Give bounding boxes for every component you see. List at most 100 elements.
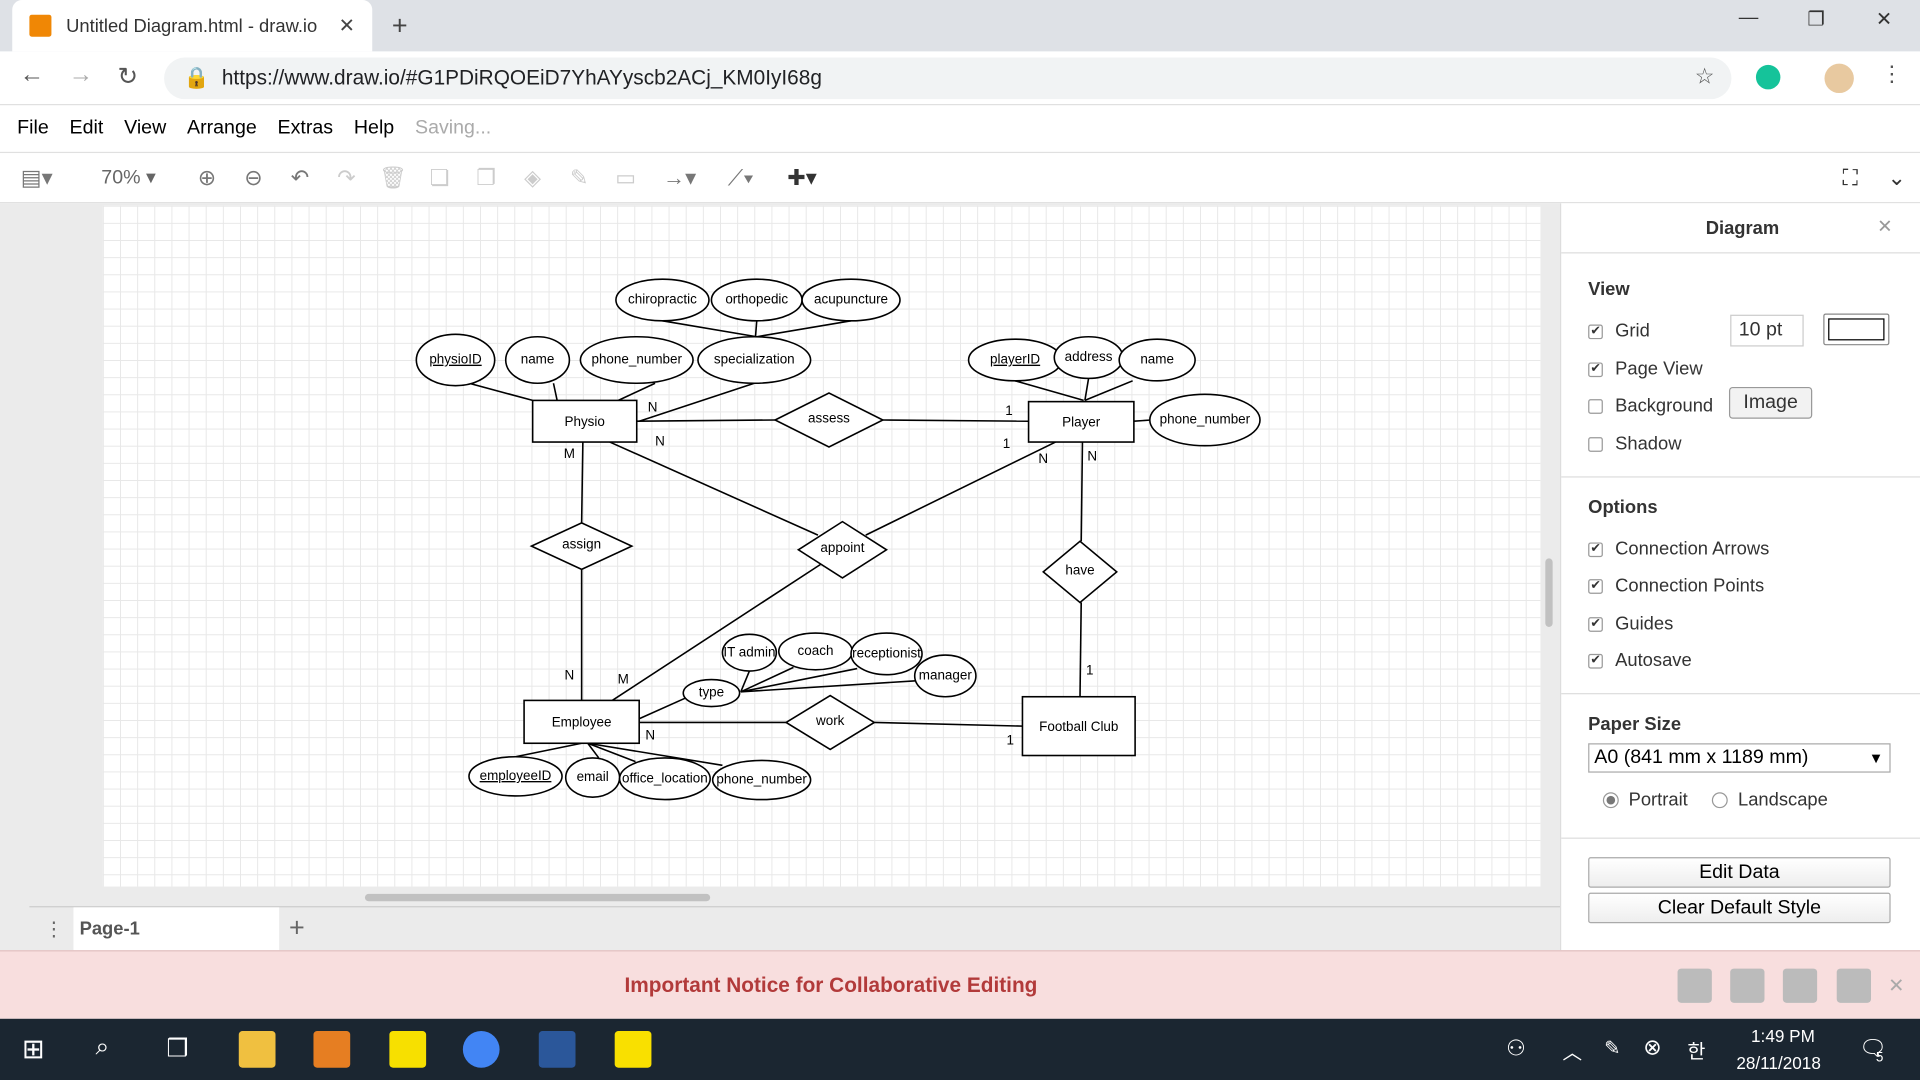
relationship-label: have — [1065, 562, 1094, 577]
network-icon[interactable]: ⊗ — [1643, 1035, 1661, 1061]
connector-line[interactable] — [754, 320, 758, 337]
collapse-icon[interactable]: ⌄ — [1873, 165, 1920, 191]
relationship-label: appoint — [820, 540, 864, 555]
autosave-checkbox[interactable]: ✔ — [1588, 653, 1603, 668]
attribute-label: specialization — [714, 352, 795, 367]
grid-size-input[interactable]: 10 pt — [1730, 314, 1804, 347]
attribute-label: playerID — [990, 352, 1040, 367]
paper-size-select[interactable]: A0 (841 mm x 1189 mm) ▼ — [1588, 743, 1891, 773]
connector-line[interactable] — [874, 721, 1023, 727]
autosave-label: Autosave — [1615, 650, 1692, 672]
attribute-label: employeeID — [480, 768, 552, 783]
kakaotalk-icon[interactable] — [614, 1031, 652, 1068]
edit-data-button[interactable]: Edit Data — [1588, 857, 1891, 888]
vertical-scrollbar[interactable] — [1545, 558, 1553, 627]
ime-icon[interactable]: 한 — [1687, 1035, 1705, 1064]
grid-color-button[interactable] — [1823, 313, 1890, 346]
background-checkbox[interactable] — [1588, 398, 1603, 414]
guides-checkbox[interactable]: ✔ — [1588, 616, 1603, 632]
tray-chevron-icon[interactable]: ︿ — [1562, 1036, 1582, 1065]
search-icon[interactable]: ⌕ — [96, 1033, 110, 1061]
connector-line[interactable] — [609, 441, 819, 536]
connection-arrows-checkbox[interactable]: ✔ — [1588, 541, 1603, 557]
attribute-label: physioID — [429, 352, 482, 367]
youtube-icon[interactable] — [1677, 968, 1712, 1003]
shadow-checkbox[interactable] — [1588, 436, 1603, 452]
cardinality-label: N — [655, 434, 665, 449]
fullscreen-icon[interactable]: ⛶ — [1827, 165, 1874, 191]
connector-line[interactable] — [618, 382, 656, 402]
relationship-label: work — [815, 713, 845, 728]
connector-line[interactable] — [638, 697, 687, 720]
connector-line[interactable] — [1084, 380, 1133, 402]
people-icon[interactable]: ⚇ — [1506, 1036, 1526, 1062]
view-heading: View — [1588, 279, 1630, 301]
portrait-radio[interactable] — [1602, 792, 1619, 809]
grammarly-icon[interactable] — [1755, 64, 1781, 90]
clock-time[interactable]: 1:49 PM — [1751, 1026, 1815, 1046]
attribute-label: phone_number — [716, 772, 807, 787]
add-page-icon[interactable]: + — [289, 912, 305, 944]
clock-date[interactable]: 28/11/2018 — [1736, 1053, 1821, 1073]
notice-link[interactable]: Important Notice for Collaborative Editi… — [624, 973, 1037, 997]
cardinality-label: 1 — [1005, 403, 1012, 418]
connector-line[interactable] — [865, 441, 1056, 536]
sublime-text-icon[interactable] — [313, 1031, 351, 1068]
chrome-icon[interactable] — [462, 1031, 500, 1068]
notice-close-icon[interactable]: ✕ — [1888, 973, 1904, 997]
facebook-icon[interactable] — [1730, 968, 1765, 1003]
connector-line[interactable] — [515, 742, 582, 758]
attribute-label: type — [699, 685, 724, 700]
grid-checkbox[interactable]: ✔ — [1588, 323, 1603, 339]
clear-default-style-button[interactable]: Clear Default Style — [1588, 892, 1891, 924]
entity-label: Player — [1062, 415, 1101, 430]
attribute-label: orthopedic — [725, 292, 788, 307]
connector-line[interactable] — [1084, 378, 1090, 401]
connector-line[interactable] — [1079, 602, 1083, 697]
connector-line[interactable] — [882, 419, 1029, 423]
connector-line[interactable] — [662, 320, 757, 338]
twitter-icon[interactable] — [1782, 968, 1818, 1003]
connector-line[interactable] — [552, 383, 558, 401]
er-diagram[interactable]: Physio Player Employee Football Club assess a… — [0, 0, 1560, 906]
connector-line[interactable] — [1014, 380, 1084, 402]
word-icon[interactable] — [538, 1031, 576, 1068]
page-view-checkbox[interactable]: ✔ — [1588, 361, 1603, 377]
connector-line[interactable] — [580, 442, 584, 523]
star-icon[interactable]: ☆ — [1695, 64, 1715, 90]
connector-line[interactable] — [636, 419, 776, 423]
format-panel: Diagram ✕ View ✔ Grid 10 pt ✔ Page View Ba… — [1560, 203, 1920, 951]
page-tab[interactable]: Page-1 — [73, 907, 280, 952]
github-icon[interactable] — [1836, 968, 1872, 1003]
file-explorer-icon[interactable] — [238, 1031, 276, 1068]
connector-line[interactable] — [1080, 442, 1084, 542]
cardinality-label: 1 — [1006, 732, 1013, 747]
options-heading: Options — [1588, 497, 1658, 518]
paper-size-value: A0 (841 mm x 1189 mm) — [1594, 746, 1809, 768]
more-icon[interactable]: ⋮ — [1881, 61, 1903, 87]
page-view-label: Page View — [1615, 358, 1703, 380]
attribute-label: chiropractic — [628, 292, 697, 307]
start-icon[interactable]: ⊞ — [22, 1033, 45, 1065]
cardinality-label: N — [565, 668, 575, 683]
panel-close-icon[interactable]: ✕ — [1877, 216, 1892, 238]
close-window-button[interactable]: ✕ — [1876, 7, 1892, 31]
connector-line[interactable] — [756, 320, 852, 338]
landscape-radio[interactable] — [1712, 792, 1729, 809]
cardinality-label: N — [1038, 451, 1048, 466]
sticky-notes-icon[interactable] — [389, 1031, 427, 1068]
pen-icon[interactable]: ✎ — [1604, 1036, 1620, 1060]
profile-avatar[interactable] — [1824, 63, 1854, 94]
restore-button[interactable]: ❐ — [1807, 7, 1825, 31]
minimize-button[interactable]: — — [1739, 7, 1759, 29]
attribute-label: receptionist — [852, 646, 921, 661]
notice-bar: Important Notice for Collaborative Editi… — [0, 950, 1920, 1019]
image-button[interactable]: Image — [1728, 386, 1813, 419]
connection-points-checkbox[interactable]: ✔ — [1588, 578, 1603, 594]
attribute-label: coach — [798, 643, 834, 658]
connector-line[interactable] — [1133, 419, 1152, 423]
page-menu-icon[interactable]: ⋮ — [44, 917, 64, 941]
attribute-label: name — [521, 352, 555, 367]
horizontal-scrollbar[interactable] — [364, 893, 711, 902]
task-view-icon[interactable]: ❒ — [167, 1033, 189, 1064]
